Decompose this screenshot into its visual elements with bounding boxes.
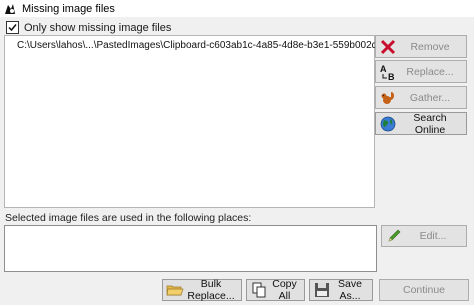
search-online-button[interactable]: Search Online xyxy=(375,111,467,136)
checkmark-icon xyxy=(8,24,17,32)
missing-files-list[interactable]: C:\Users\lahos\...\PastedImages\Clipboar… xyxy=(4,35,416,208)
window-title: Missing image files xyxy=(22,2,115,15)
missing-only-filter[interactable]: Only show missing image files xyxy=(6,21,171,34)
copy-icon xyxy=(249,280,269,300)
globe-icon xyxy=(378,114,398,134)
ab-replace-icon: A B xyxy=(378,62,398,82)
replace-button[interactable]: A B Replace... xyxy=(375,60,467,83)
save-as-button[interactable]: Save As... xyxy=(309,278,373,302)
gather-button-label: Gather... xyxy=(409,91,451,104)
places-label: Selected image files are used in the fol… xyxy=(5,212,252,224)
edit-button-label: Edit... xyxy=(419,230,447,242)
red-x-icon xyxy=(378,37,398,57)
svg-text:A: A xyxy=(380,64,387,74)
remove-button-label: Remove xyxy=(410,40,450,53)
continue-button[interactable]: Continue xyxy=(379,279,469,301)
bulk-replace-button[interactable]: Bulk Replace... xyxy=(162,278,242,302)
copy-all-button[interactable]: Copy All xyxy=(246,278,305,302)
edit-button[interactable]: Edit... xyxy=(381,225,467,247)
title-bar: Missing image files xyxy=(0,0,474,17)
places-list[interactable] xyxy=(4,225,377,272)
replace-button-label: Replace... xyxy=(406,65,454,78)
missing-only-checkbox[interactable] xyxy=(6,21,19,34)
app-logo-icon xyxy=(3,2,17,16)
gather-button[interactable]: Gather... xyxy=(375,86,467,109)
floppy-disk-icon xyxy=(312,280,332,300)
pencil-icon xyxy=(384,226,404,246)
bulk-replace-button-label: Bulk Replace... xyxy=(187,278,235,302)
copy-all-button-label: Copy All xyxy=(272,278,297,302)
missing-only-label: Only show missing image files xyxy=(24,21,172,34)
search-online-button-label: Search Online xyxy=(413,111,447,136)
remove-button[interactable]: Remove xyxy=(375,35,467,58)
continue-button-label: Continue xyxy=(402,284,446,296)
save-as-button-label: Save As... xyxy=(338,278,362,302)
squirrel-icon xyxy=(378,88,398,108)
folder-icon xyxy=(165,280,185,300)
svg-text:B: B xyxy=(388,72,395,81)
list-item[interactable]: C:\Users\lahos\...\PastedImages\Clipboar… xyxy=(5,36,416,51)
